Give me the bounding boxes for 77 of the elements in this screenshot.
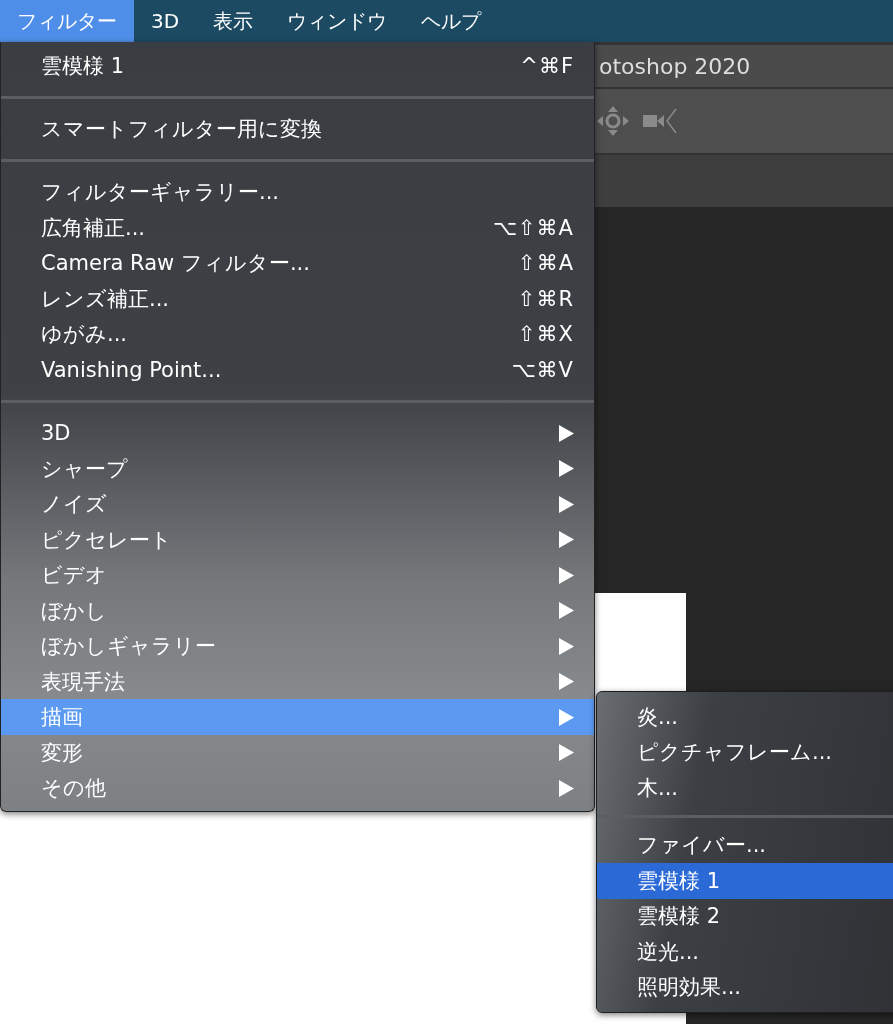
menu-item-label: ノイズ (41, 491, 108, 519)
submenu-caret-icon (559, 531, 574, 549)
menu-item[interactable]: ビデオ (1, 557, 594, 593)
menu-bar-item[interactable]: ヘルプ (404, 0, 499, 42)
menu-item[interactable]: 3D (1, 415, 594, 451)
menu-bar-item[interactable]: ウィンドウ (270, 0, 405, 42)
shortcut-label: ⌥⌘V (511, 357, 574, 382)
menu-item-label: ファイバー... (637, 832, 768, 860)
menu-item-label: 描画 (41, 704, 84, 732)
menu-item[interactable]: 炎... (597, 699, 893, 735)
menu-item-label: 3D (41, 421, 72, 446)
submenu-caret-icon (559, 460, 574, 478)
menu-item-label: Camera Raw フィルター... (41, 250, 311, 278)
menu-item-label: ピクセレート (41, 526, 173, 554)
menu-item[interactable]: シャープ (1, 450, 594, 487)
menu-item[interactable]: フィルターギャラリー... (1, 174, 594, 211)
submenu-caret-icon (559, 602, 574, 620)
menu-item[interactable]: 雲模様 1 ^⌘F (1, 48, 594, 84)
menu-item[interactable]: 雲模様 1 (597, 863, 893, 899)
menu-item[interactable]: 変形 (1, 734, 594, 771)
menu-item-label: ぼかしギャラリー (41, 633, 217, 661)
menu-item[interactable]: 木... (597, 770, 893, 806)
shortcut-label: ⌥⇧⌘A (492, 215, 574, 240)
menu-item-label: シャープ (41, 455, 129, 483)
submenu-caret-icon (559, 673, 574, 691)
menu-item-label: 広角補正... (41, 214, 147, 242)
shortcut-label: ^⌘F (520, 53, 574, 78)
menu-item-label: Vanishing Point... (41, 357, 223, 382)
menu-item-label: 木... (637, 774, 680, 802)
menu-item-label: ぼかし (41, 597, 108, 625)
move-arrows-icon[interactable] (597, 106, 629, 136)
menu-item[interactable]: 逆光... (597, 934, 893, 970)
menu-item[interactable]: 表現手法 (1, 663, 594, 700)
menu-item-label: フィルターギャラリー... (41, 179, 281, 207)
menu-item[interactable]: ピクセレート (1, 521, 594, 558)
window-title: otoshop 2020 (599, 53, 751, 79)
menu-item[interactable]: ノイズ (1, 486, 594, 522)
menu-item-label: ピクチャフレーム... (637, 739, 834, 767)
menu-item[interactable]: Vanishing Point... ⌥⌘V (1, 352, 594, 388)
submenu-caret-icon (559, 424, 574, 442)
submenu-caret-icon (559, 495, 574, 513)
menu-item[interactable]: Camera Raw フィルター... ⇧⌘A (1, 245, 594, 282)
menu-item[interactable]: ぼかし (1, 592, 594, 629)
menu-item-label: 雲模様 2 (637, 903, 722, 931)
submenu-caret-icon (559, 637, 574, 655)
menu-item-label: 逆光... (637, 938, 701, 966)
menu-item[interactable]: ぼかしギャラリー (1, 628, 594, 664)
shortcut-label: ⇧⌘X (518, 322, 574, 347)
menu-item-label: 炎... (637, 703, 680, 731)
menu-item[interactable]: ファイバー... (597, 827, 893, 863)
menu-item-label: ゆがみ... (41, 321, 129, 349)
submenu-caret-icon (559, 566, 574, 584)
menu-item[interactable]: 照明効果... (597, 969, 893, 1005)
menu-item-label: 変形 (41, 739, 84, 767)
menu-item[interactable]: その他 (1, 770, 594, 806)
shortcut-label: ⇧⌘A (518, 251, 574, 276)
video-camera-icon[interactable] (643, 108, 677, 134)
menu-item-label: 表現手法 (41, 668, 126, 696)
menu-item-label: 照明効果... (637, 974, 743, 1002)
menu-bar-item[interactable]: 表示 (196, 0, 271, 42)
menu-item-label: レンズ補正... (41, 285, 171, 313)
menu-item[interactable]: スマートフィルター用に変換 (1, 111, 594, 147)
menu-item-label: ビデオ (41, 562, 108, 590)
submenu-caret-icon (559, 708, 574, 726)
menu-bar-item[interactable]: 3D (134, 0, 197, 42)
menu-item[interactable]: ピクチャフレーム... (597, 734, 893, 770)
menu-item[interactable]: レンズ補正... ⇧⌘R (1, 281, 594, 317)
menu-item-label: その他 (41, 775, 107, 803)
menu-item[interactable]: ゆがみ... ⇧⌘X (1, 316, 594, 353)
menu-item-label: 雲模様 1 (637, 867, 722, 895)
menu-item-label: 雲模様 1 (41, 52, 126, 80)
submenu-caret-icon (559, 779, 574, 797)
submenu-caret-icon (559, 744, 574, 762)
shortcut-label: ⇧⌘R (517, 286, 574, 311)
menu-item[interactable]: 広角補正... ⌥⇧⌘A (1, 210, 594, 246)
menu-item[interactable]: 雲模様 2 (597, 898, 893, 934)
menu-item-label: スマートフィルター用に変換 (41, 116, 323, 144)
